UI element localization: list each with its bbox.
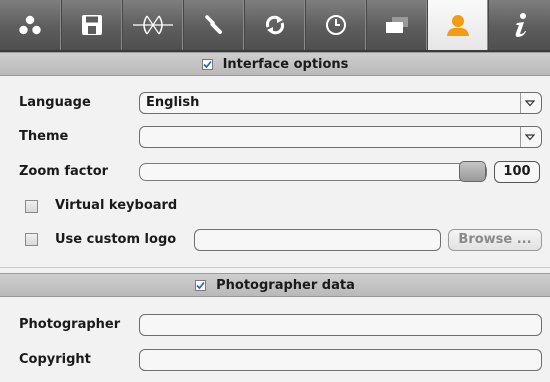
language-dropdown-button[interactable] bbox=[520, 93, 539, 113]
interface-options-checkbox[interactable] bbox=[201, 58, 213, 70]
tab-windows[interactable] bbox=[366, 0, 427, 50]
copyright-label: Copyright bbox=[19, 352, 91, 367]
tab-save[interactable] bbox=[61, 0, 122, 50]
photographer-data-checkbox[interactable] bbox=[195, 279, 207, 291]
theme-select[interactable] bbox=[139, 126, 542, 148]
tab-tools[interactable] bbox=[183, 0, 244, 50]
wrench-icon bbox=[204, 15, 222, 34]
interface-options-header[interactable]: Interface options bbox=[0, 52, 550, 76]
info-icon bbox=[515, 13, 526, 37]
theme-dropdown-button[interactable] bbox=[520, 127, 539, 147]
tab-lens[interactable] bbox=[122, 0, 183, 50]
language-value: English bbox=[146, 95, 200, 110]
photographer-data-header[interactable]: Photographer data bbox=[0, 273, 550, 297]
browse-button[interactable]: Browse ... bbox=[448, 229, 542, 251]
clock-icon bbox=[325, 15, 346, 35]
tab-refresh[interactable] bbox=[244, 0, 305, 50]
zoom-slider-track[interactable] bbox=[139, 163, 487, 181]
tab-clock[interactable] bbox=[305, 0, 366, 50]
lens-icon bbox=[132, 15, 173, 35]
zoom-slider-handle[interactable] bbox=[459, 161, 486, 182]
refresh-icon bbox=[265, 15, 284, 35]
custom-logo-checkbox[interactable] bbox=[25, 233, 38, 246]
chevron-down-icon bbox=[525, 99, 535, 106]
section-divider bbox=[0, 267, 550, 268]
windows-icon bbox=[385, 17, 408, 33]
photographer-data-title: Photographer data bbox=[216, 277, 355, 293]
zoom-factor-label: Zoom factor bbox=[19, 164, 109, 179]
zoom-value-field[interactable]: 100 bbox=[494, 161, 540, 183]
language-label: Language bbox=[19, 95, 91, 110]
language-select[interactable]: English bbox=[139, 92, 542, 114]
dots-icon bbox=[19, 15, 41, 35]
tab-user[interactable] bbox=[427, 0, 488, 50]
tab-dots[interactable] bbox=[0, 0, 61, 50]
checkmark-icon bbox=[196, 281, 205, 289]
copyright-input[interactable] bbox=[139, 349, 542, 371]
chevron-down-icon bbox=[525, 133, 535, 140]
photographer-input[interactable] bbox=[139, 314, 542, 336]
custom-logo-label: Use custom logo bbox=[55, 232, 177, 247]
virtual-keyboard-label: Virtual keyboard bbox=[55, 198, 178, 213]
user-icon bbox=[446, 15, 469, 36]
toolbar bbox=[0, 0, 550, 52]
save-icon bbox=[81, 15, 102, 35]
checkmark-icon bbox=[203, 60, 212, 68]
theme-label: Theme bbox=[19, 129, 69, 144]
virtual-keyboard-checkbox[interactable] bbox=[25, 200, 38, 213]
tab-info[interactable] bbox=[488, 0, 550, 50]
custom-logo-path-input[interactable] bbox=[194, 229, 441, 251]
photographer-label: Photographer bbox=[19, 317, 121, 332]
interface-options-title: Interface options bbox=[222, 56, 349, 72]
